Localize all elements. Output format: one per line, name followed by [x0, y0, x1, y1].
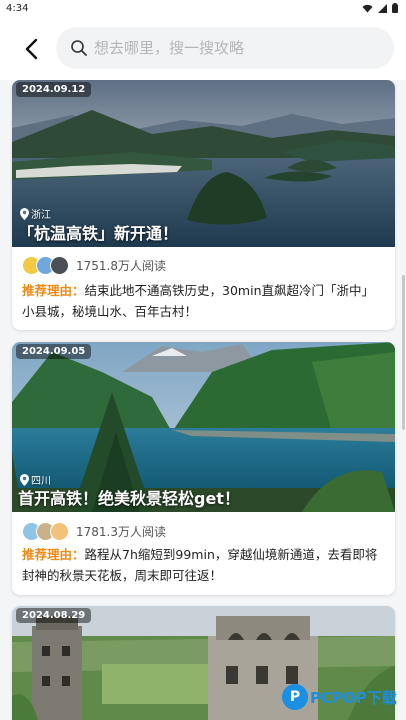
article-card[interactable]: 2024.09.05 四川 首开高铁！绝美秋景轻松get！ 1781.3万人阅读 [12, 342, 395, 595]
date-badge: 2024.09.12 [16, 82, 92, 97]
watermark-logo-mark: P [282, 684, 308, 710]
card-title: 首开高铁！绝美秋景轻松get！ [18, 489, 240, 508]
status-bar: 4:34 [0, 0, 406, 18]
date-badge: 2024.09.05 [16, 344, 92, 359]
app-screen: 4:34 想去哪里，搜一搜攻略 2024.09.12 浙江 「杭温高铁」新开通！… [0, 0, 406, 720]
watermark-logo: P PCPOP下载 [282, 684, 397, 710]
back-arrow-icon [25, 38, 38, 60]
card-title: 「杭温高铁」新开通！ [18, 224, 179, 243]
battery-icon [392, 3, 398, 16]
watermark-text: PCPOP下载 [310, 688, 397, 707]
back-button[interactable] [14, 32, 48, 66]
header [0, 18, 406, 80]
scrollbar[interactable] [402, 275, 405, 430]
signal-icon [378, 3, 387, 16]
location-tag: 浙江 [20, 206, 51, 221]
reader-avatars [22, 256, 72, 275]
avatar [50, 522, 69, 541]
date-badge: 2024.08.29 [16, 608, 92, 623]
article-card[interactable]: 2024.09.12 浙江 「杭温高铁」新开通！ 1751.8万人阅读 推荐理由… [12, 80, 395, 330]
status-icons [362, 3, 398, 16]
reason-label: 推荐理由： [22, 283, 85, 298]
recommend-reason: 推荐理由：结束此地不通高铁历史，30min直飙超冷门「浙中」小县城，秘境山水、百… [22, 280, 382, 322]
avatar [50, 256, 69, 275]
read-count: 1781.3万人阅读 [76, 525, 166, 539]
status-time: 4:34 [6, 3, 29, 14]
read-count: 1751.8万人阅读 [76, 259, 166, 273]
card-image[interactable]: 2024.09.12 浙江 「杭温高铁」新开通！ [12, 80, 395, 247]
reader-avatars [22, 522, 72, 541]
recommend-reason: 推荐理由：路程从7h缩短到99min，穿越仙境新通道，去看即将封神的秋景天花板，… [22, 544, 382, 586]
card-meta: 1751.8万人阅读 [22, 256, 166, 275]
article-feed[interactable]: 2024.09.12 浙江 「杭温高铁」新开通！ 1751.8万人阅读 推荐理由… [0, 80, 406, 720]
reason-label: 推荐理由： [22, 547, 85, 562]
search-input[interactable] [92, 38, 356, 58]
location-pin-icon [20, 473, 29, 486]
card-image[interactable]: 2024.09.05 四川 首开高铁！绝美秋景轻松get！ [12, 342, 395, 512]
location-pin-icon [20, 207, 29, 220]
search-box[interactable] [56, 27, 394, 69]
card-meta: 1781.3万人阅读 [22, 522, 166, 541]
search-icon [71, 40, 87, 56]
wifi-icon [362, 4, 373, 16]
location-label: 浙江 [31, 210, 51, 221]
